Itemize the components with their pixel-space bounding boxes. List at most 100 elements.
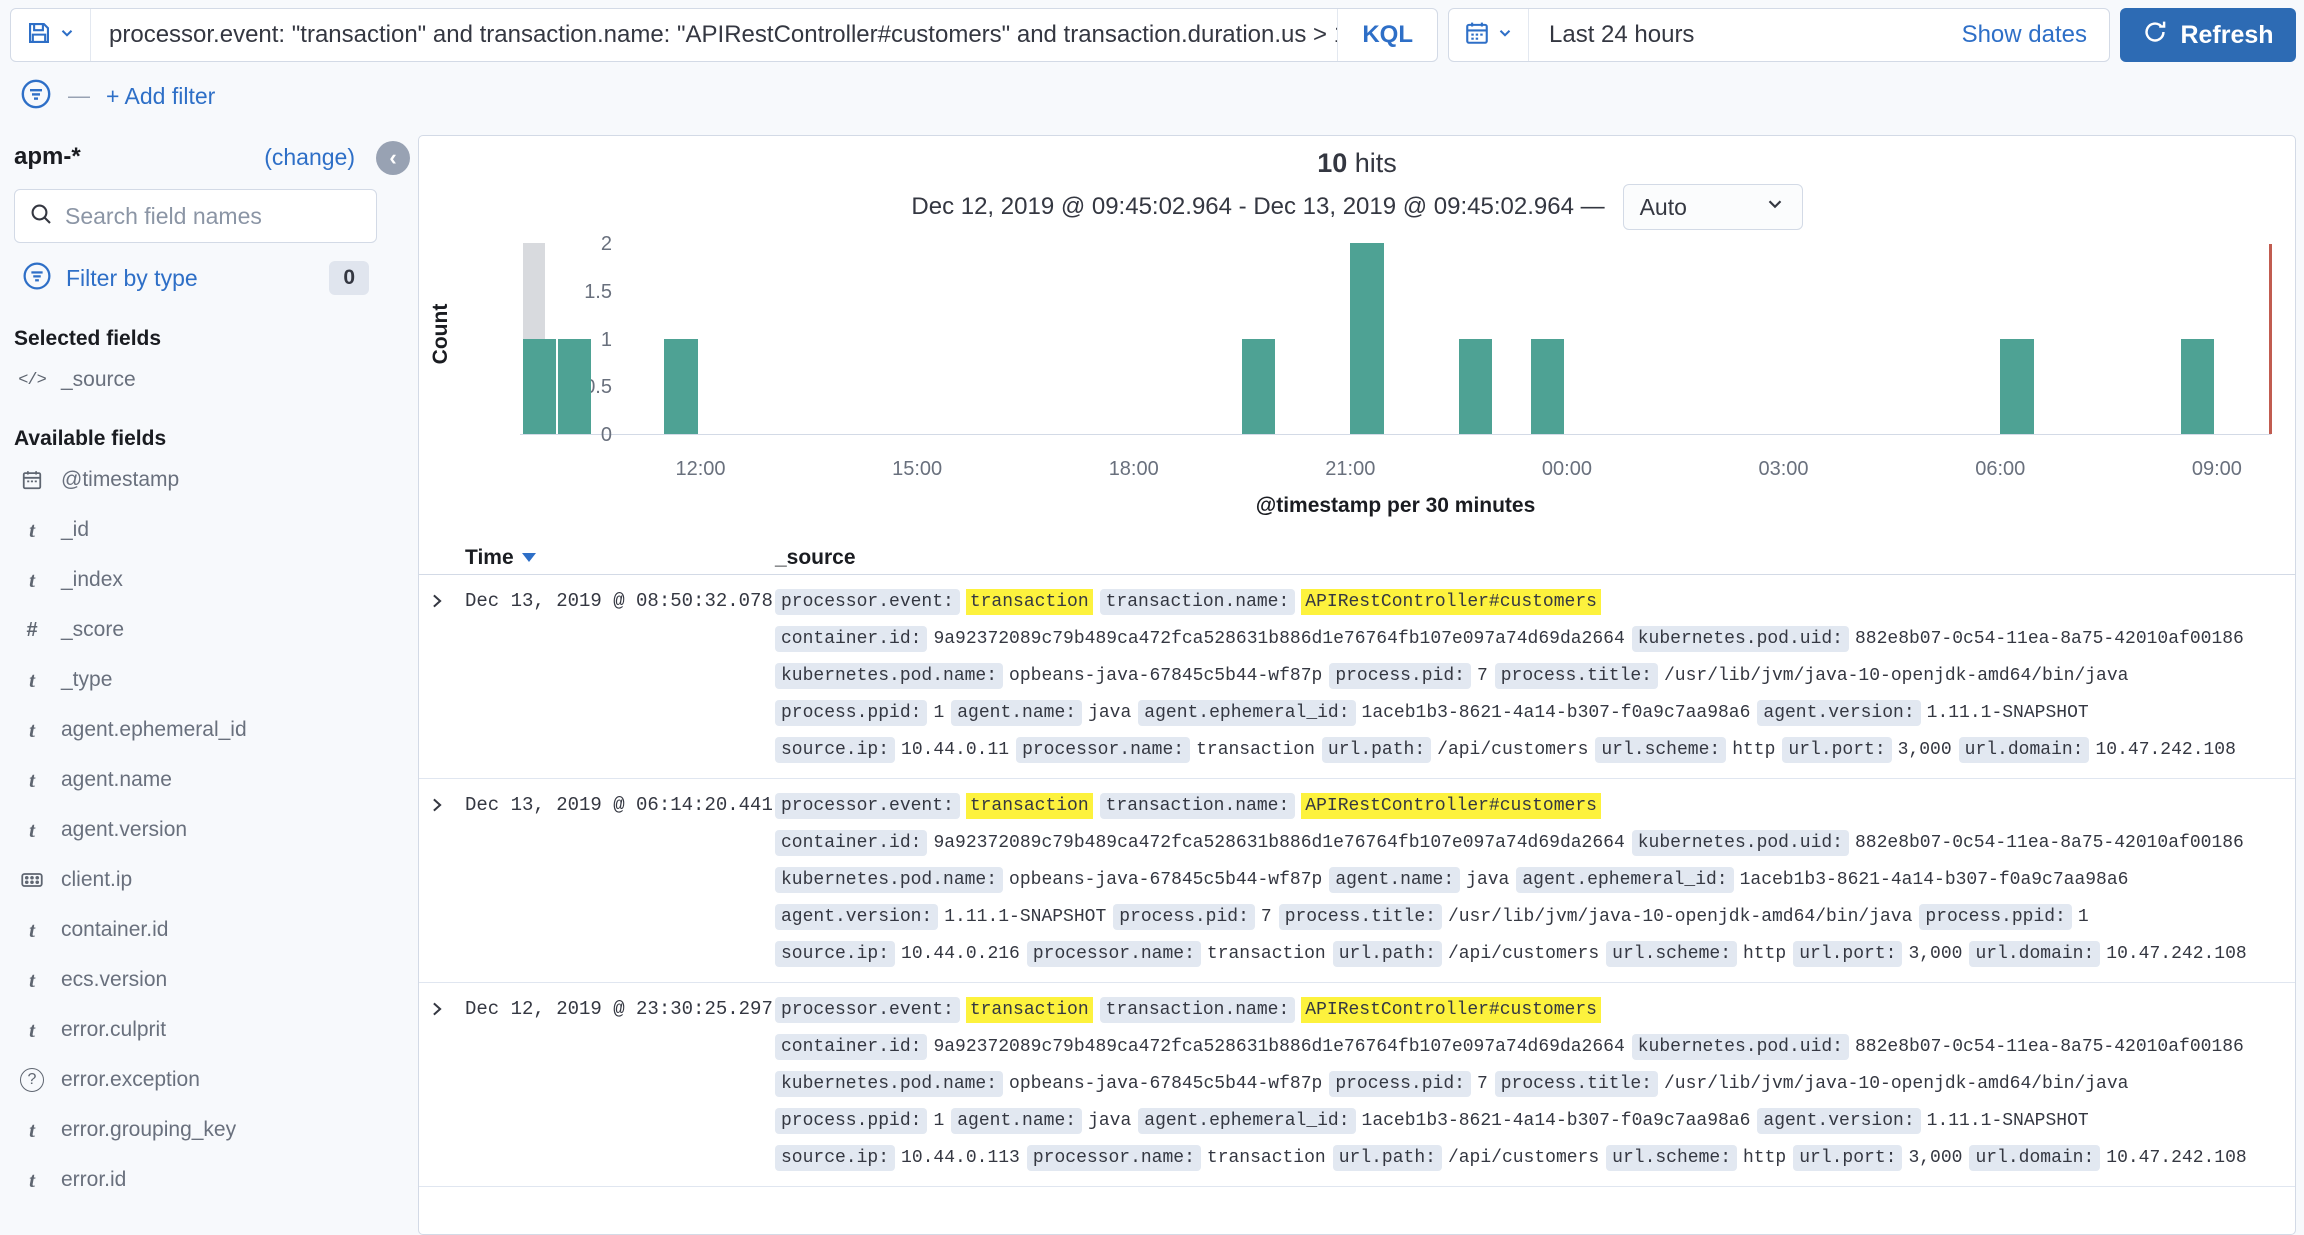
collapse-sidebar-button[interactable]: ‹: [376, 141, 410, 175]
expand-row-button[interactable]: [427, 787, 457, 972]
date-quick-select-button[interactable]: [1449, 9, 1529, 61]
hits-count: 10: [1317, 148, 1347, 178]
field-item-_type[interactable]: t_type: [14, 655, 377, 705]
field-item-_score[interactable]: #_score: [14, 605, 377, 655]
query-input[interactable]: processor.event: "transaction" and trans…: [91, 21, 1337, 49]
field-value-pair: agent.ephemeral_id:1aceb1b3-8621-4a14-b3…: [1138, 1108, 1750, 1134]
field-value-pair: container.id:9a92372089c79b489ca472fca52…: [775, 1034, 1625, 1060]
field-value-pair: process.pid:7: [1113, 904, 1271, 930]
field-item-agent.name[interactable]: tagent.name: [14, 755, 377, 805]
field-value: 7: [1477, 1074, 1488, 1094]
time-column-header[interactable]: Time: [465, 546, 767, 570]
field-value-pair: agent.ephemeral_id:1aceb1b3-8621-4a14-b3…: [1516, 867, 2128, 893]
source-field-icon: </>: [18, 371, 46, 390]
field-value-pair: agent.version:1.11.1-SNAPSHOT: [1757, 700, 2088, 726]
filter-divider: —: [68, 83, 90, 109]
histogram-bar: [523, 339, 556, 435]
field-value-pair: process.ppid:1: [775, 700, 944, 726]
field-item-error.grouping_key[interactable]: terror.grouping_key: [14, 1105, 377, 1155]
field-item-_source[interactable]: </>_source: [14, 355, 377, 405]
x-tick-label: 00:00: [1542, 458, 1592, 481]
field-value-pair: kubernetes.pod.uid:882e8b07-0c54-11ea-8a…: [1632, 626, 2244, 652]
source-line: source.ip:10.44.0.11processor.name:trans…: [775, 731, 2287, 768]
field-key-badge: agent.version:: [1757, 1108, 1920, 1134]
field-item-ecs.version[interactable]: tecs.version: [14, 955, 377, 1005]
field-key-badge: agent.name:: [951, 700, 1082, 726]
field-value: /api/customers: [1448, 1148, 1599, 1168]
field-item-agent.version[interactable]: tagent.version: [14, 805, 377, 855]
field-value-pair: source.ip:10.44.0.11: [775, 737, 1009, 763]
field-value-pair: source.ip:10.44.0.216: [775, 941, 1020, 967]
interval-select[interactable]: Auto: [1623, 184, 1803, 230]
source-line: kubernetes.pod.name:opbeans-java-67845c5…: [775, 861, 2287, 898]
search-field-names-input[interactable]: [65, 203, 362, 230]
field-item-@timestamp[interactable]: @timestamp: [14, 455, 377, 505]
histogram-plot-area: 00.511.52: [520, 244, 2271, 435]
expand-row-button[interactable]: [427, 583, 457, 768]
string-field-icon: t: [18, 518, 46, 543]
field-key-badge: process.pid:: [1113, 904, 1255, 930]
field-item-_id[interactable]: t _id: [14, 505, 377, 555]
string-field-icon: t: [18, 668, 46, 693]
filter-by-type-link[interactable]: Filter by type: [66, 265, 198, 292]
string-field-icon: t: [18, 918, 46, 943]
source-line: container.id:9a92372089c79b489ca472fca52…: [775, 1028, 2287, 1065]
field-value-pair: process.ppid:1: [1919, 904, 2088, 930]
documents-rows: Dec 13, 2019 @ 08:50:32.078processor.eve…: [419, 575, 2295, 1187]
field-key-badge: processor.name:: [1027, 1145, 1201, 1171]
filter-menu-icon[interactable]: [20, 78, 52, 115]
refresh-button[interactable]: Refresh: [2120, 8, 2296, 62]
date-picker: Last 24 hours Show dates: [1448, 8, 2110, 62]
field-name: _id: [61, 518, 89, 542]
add-filter-link[interactable]: + Add filter: [106, 83, 215, 110]
field-value: 1: [933, 703, 944, 723]
field-key-badge: transaction.name:: [1100, 589, 1296, 615]
field-value-pair: process.title:/usr/lib/jvm/java-10-openj…: [1495, 1071, 2129, 1097]
field-value-pair: processor.event:transaction: [775, 997, 1093, 1023]
field-value: 9a92372089c79b489ca472fca528631b886d1e76…: [933, 833, 1624, 853]
time-range-value[interactable]: Last 24 hours: [1529, 21, 1962, 49]
field-item-agent.ephemeral_id[interactable]: tagent.ephemeral_id: [14, 705, 377, 755]
field-item-error.culprit[interactable]: terror.culprit: [14, 1005, 377, 1055]
histogram-bar: [2181, 339, 2214, 435]
field-key-badge: url.port:: [1793, 1145, 1902, 1171]
x-tick-label: 06:00: [1975, 458, 2025, 481]
field-item-error.id[interactable]: terror.id: [14, 1155, 377, 1205]
field-value: /usr/lib/jvm/java-10-openjdk-amd64/bin/j…: [1448, 907, 1912, 927]
field-value-pair: process.ppid:1: [775, 1108, 944, 1134]
field-value: 1aceb1b3-8621-4a14-b307-f0a9c7aa98a6: [1362, 703, 1751, 723]
available-fields-list: @timestampt_idt_index#_scoret_typetagent…: [14, 455, 377, 1205]
field-value: java: [1088, 1111, 1131, 1131]
save-query-icon: [26, 20, 52, 51]
field-name: client.ip: [61, 868, 132, 892]
histogram-bar: [2000, 339, 2033, 435]
expand-row-button[interactable]: [427, 991, 457, 1176]
field-value-pair: url.domain:10.47.242.108: [1959, 737, 2236, 763]
show-dates-link[interactable]: Show dates: [1962, 21, 2109, 49]
chevron-down-icon: [1764, 193, 1786, 221]
field-value: http: [1743, 1148, 1786, 1168]
sort-descending-icon: [522, 553, 536, 562]
query-toolbar: processor.event: "transaction" and trans…: [10, 8, 2296, 62]
field-value-pair: agent.name:java: [951, 700, 1131, 726]
chevron-left-icon: ‹: [389, 145, 396, 171]
field-item-client.ip[interactable]: client.ip: [14, 855, 377, 905]
field-key-badge: agent.version:: [1757, 700, 1920, 726]
field-item-_index[interactable]: t_index: [14, 555, 377, 605]
field-item-container.id[interactable]: tcontainer.id: [14, 905, 377, 955]
time-range-subtitle: Dec 12, 2019 @ 09:45:02.964 - Dec 13, 20…: [911, 193, 1604, 221]
change-index-pattern-link[interactable]: (change): [264, 144, 355, 171]
field-key-badge: agent.ephemeral_id:: [1138, 1108, 1355, 1134]
field-value-pair: transaction.name:APIRestController#custo…: [1100, 997, 1601, 1023]
query-language-button[interactable]: KQL: [1337, 9, 1437, 61]
saved-query-button[interactable]: [11, 9, 91, 61]
x-axis-label: @timestamp per 30 minutes: [520, 494, 2271, 518]
field-name: ecs.version: [61, 968, 167, 992]
row-timestamp: Dec 12, 2019 @ 23:30:25.297: [465, 991, 767, 1176]
field-value: 3,000: [1898, 740, 1952, 760]
field-item-error.exception[interactable]: ?error.exception: [14, 1055, 377, 1105]
field-value-pair: url.path:/api/customers: [1333, 1145, 1599, 1171]
field-value-pair: process.title:/usr/lib/jvm/java-10-openj…: [1495, 663, 2129, 689]
field-value: java: [1466, 870, 1509, 890]
field-value: 9a92372089c79b489ca472fca528631b886d1e76…: [933, 629, 1624, 649]
